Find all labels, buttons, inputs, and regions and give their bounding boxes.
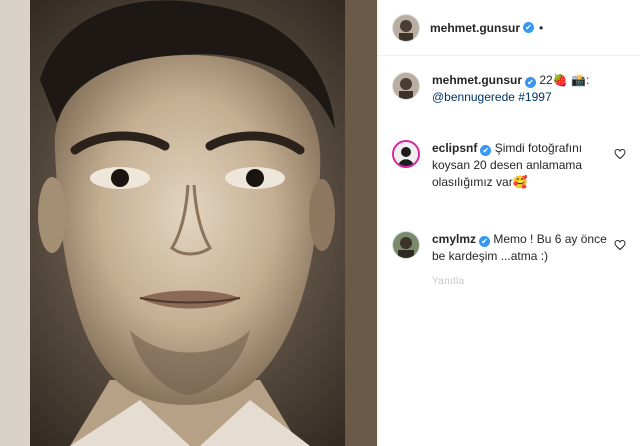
caption: mehmet.gunsur ✔ 22🍓 📸: @bennugerede #1997	[392, 72, 626, 106]
caption-text: mehmet.gunsur ✔ 22🍓 📸: @bennugerede #1997	[432, 72, 607, 106]
comment-text: cmylmz ✔ Memo ! Bu 6 ay önce be kardeşim …	[432, 231, 607, 290]
comment-username[interactable]: eclipsnf	[432, 141, 477, 155]
comments-panel: mehmet.gunsur ✔ • mehmet.gunsur ✔ 22🍓 📸: …	[377, 0, 640, 446]
verified-badge-icon: ✔	[525, 77, 537, 88]
portrait-illustration	[0, 0, 377, 446]
post-photo[interactable]	[0, 0, 377, 446]
avatar[interactable]	[392, 72, 420, 100]
profile-picture-icon	[394, 142, 418, 166]
comment-username[interactable]: cmylmz	[432, 232, 476, 246]
profile-picture-icon	[393, 73, 419, 99]
camera-emoji: 📸	[571, 73, 586, 87]
avatar[interactable]	[392, 231, 420, 259]
reply-link[interactable]: Yanıtla	[432, 273, 607, 290]
avatar[interactable]	[392, 13, 420, 42]
comment-text: eclipsnf ✔ Şimdi fotoğrafını koysan 20 de…	[432, 140, 607, 191]
profile-picture-icon	[393, 14, 419, 41]
caption-colon: :	[585, 73, 590, 87]
instagram-post: mehmet.gunsur ✔ • mehmet.gunsur ✔ 22🍓 📸: …	[0, 0, 640, 446]
profile-picture-icon	[393, 232, 419, 258]
like-heart-icon[interactable]	[614, 239, 626, 251]
caption-prefix: 22	[536, 73, 553, 87]
verified-badge-icon: ✔	[479, 236, 491, 247]
mention-link[interactable]: @bennugerede	[432, 90, 515, 104]
more-options-icon[interactable]: •	[539, 21, 543, 35]
comment-list: mehmet.gunsur ✔ 22🍓 📸: @bennugerede #1997…	[378, 56, 640, 290]
like-heart-icon[interactable]	[614, 148, 626, 160]
post-header: mehmet.gunsur ✔ •	[378, 0, 640, 56]
verified-badge-icon: ✔	[523, 22, 535, 33]
caption-username[interactable]: mehmet.gunsur	[432, 73, 522, 87]
header-username[interactable]: mehmet.gunsur	[430, 21, 520, 35]
comment-item: eclipsnf ✔ Şimdi fotoğrafını koysan 20 de…	[392, 140, 626, 191]
hashtag-link[interactable]: #1997	[515, 90, 551, 104]
strawberry-emoji: 🍓	[552, 73, 568, 87]
avatar[interactable]	[392, 140, 420, 168]
comment-item: cmylmz ✔ Memo ! Bu 6 ay önce be kardeşim …	[392, 231, 626, 290]
verified-badge-icon: ✔	[480, 145, 492, 156]
smiling-hearts-emoji: 🥰	[512, 175, 528, 189]
